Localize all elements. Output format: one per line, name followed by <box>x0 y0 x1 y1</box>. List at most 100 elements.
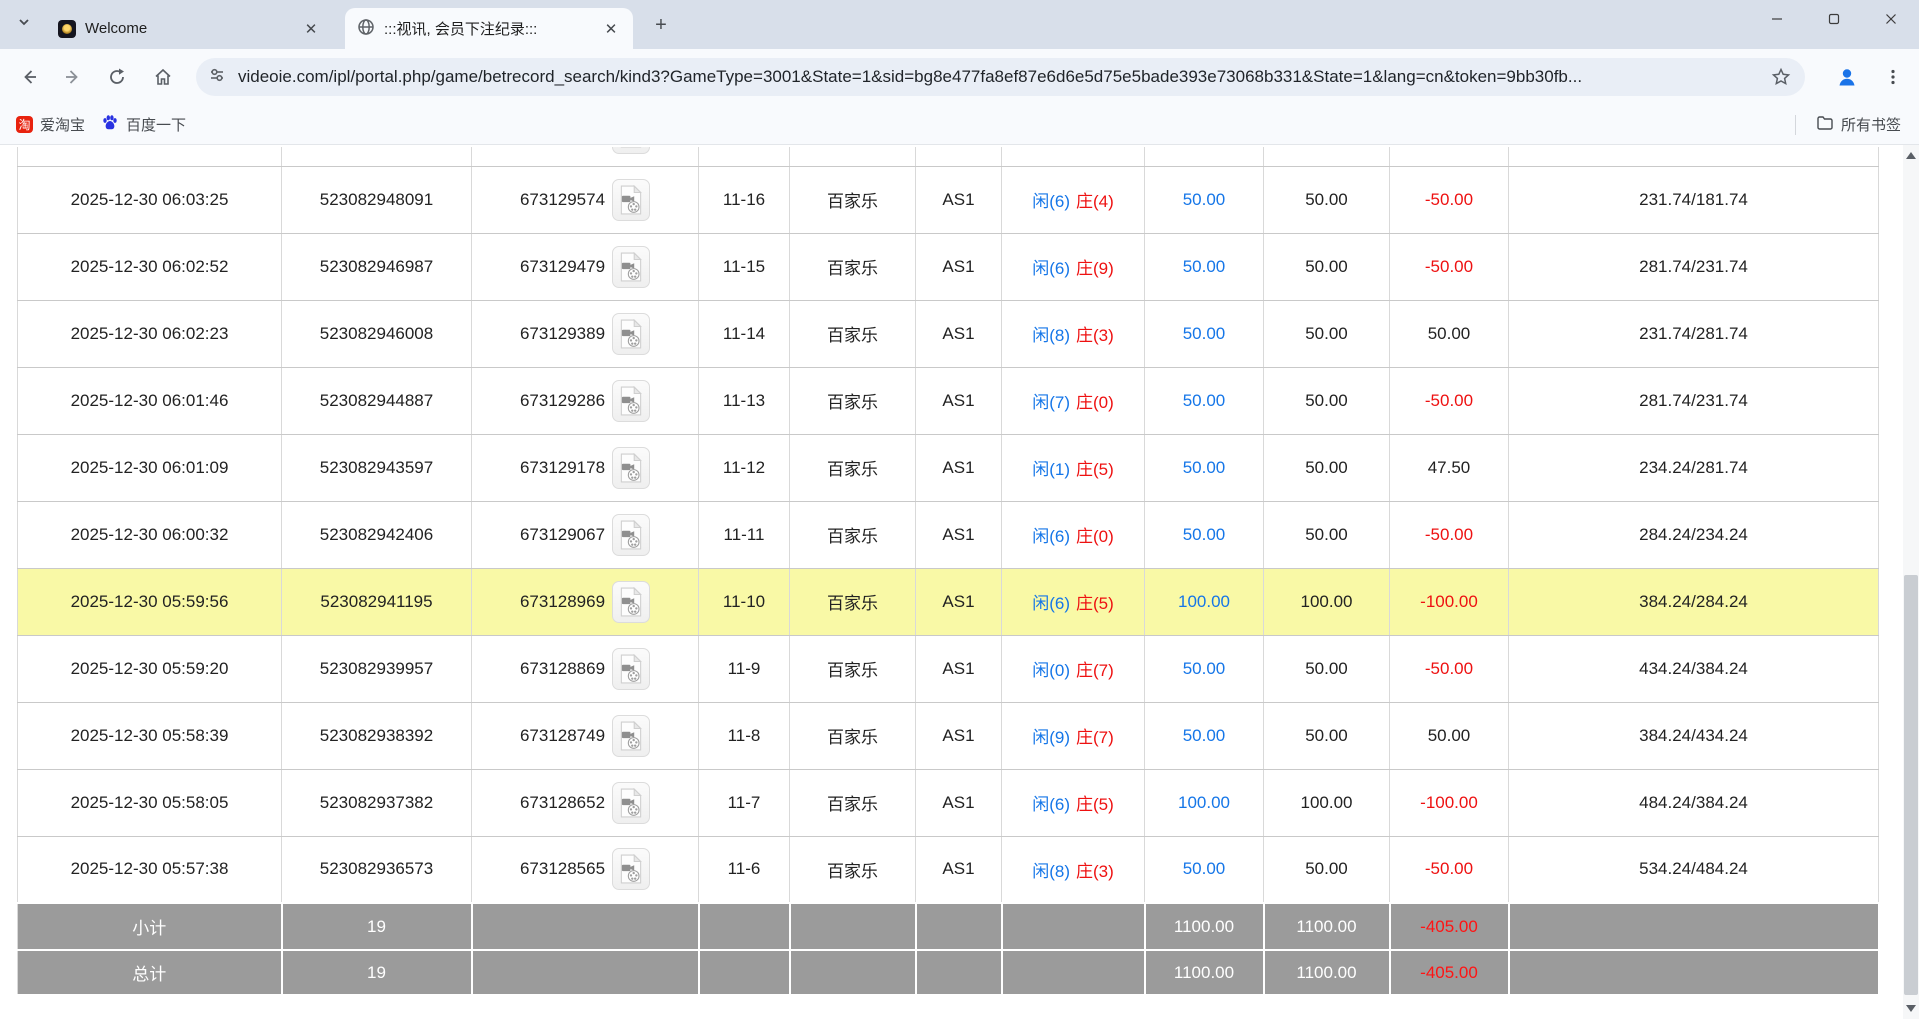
game-number: 673129067 <box>520 525 605 545</box>
tab-close-icon[interactable]: ✕ <box>601 19 621 39</box>
cell-balance: 231.74/281.74 <box>1509 300 1879 367</box>
video-replay-button[interactable] <box>612 246 650 288</box>
cell-bet-time: 2025-12-30 06:03:25 <box>18 166 282 233</box>
game-number: 673128652 <box>520 793 605 813</box>
bookmarks-divider <box>1795 115 1796 135</box>
cell-valid-amount: 100.00 <box>1264 568 1390 635</box>
video-replay-button[interactable] <box>612 848 650 890</box>
back-button[interactable] <box>12 60 46 94</box>
cell-bet-amount[interactable]: 50.00 <box>1145 434 1264 501</box>
video-replay-button[interactable] <box>612 514 650 556</box>
cell-round: 11-10 <box>699 568 790 635</box>
partial-table-row: 000000000 <box>18 147 1879 166</box>
cell-bet-time: 2025-12-30 06:01:09 <box>18 434 282 501</box>
bookmark-label: 爱淘宝 <box>40 114 85 135</box>
site-controls-icon[interactable] <box>208 66 226 89</box>
tab-bet-records[interactable]: :::视讯, 会员下注纪录::: ✕ <box>345 8 633 49</box>
page-scrollbar[interactable] <box>1903 145 1919 1019</box>
profile-avatar[interactable] <box>1830 60 1864 94</box>
tab-search-button[interactable] <box>10 10 38 38</box>
cell-game-number: 673129574 <box>472 166 699 233</box>
game-number: 673129574 <box>520 190 605 210</box>
video-replay-button[interactable] <box>612 313 650 355</box>
video-replay-button[interactable] <box>612 581 650 623</box>
game-number: 673129286 <box>520 391 605 411</box>
video-replay-button[interactable] <box>612 782 650 824</box>
cell-round: 11-11 <box>699 501 790 568</box>
chevron-down-icon <box>17 15 31 34</box>
address-bar[interactable]: videoie.com/ipl/portal.php/game/betrecor… <box>196 58 1805 96</box>
bookmark-baidu[interactable]: 百度一下 <box>93 111 194 139</box>
result-player: 闲(1) <box>1032 460 1070 479</box>
cell-result: 闲(9)庄(7) <box>1002 702 1145 769</box>
maximize-button[interactable] <box>1805 0 1862 38</box>
scrollbar-thumb[interactable] <box>1904 575 1918 995</box>
cell-game-type: 百家乐 <box>790 300 916 367</box>
cell-bet-amount[interactable]: 50.00 <box>1145 501 1264 568</box>
cell-bet-id: 523082944887 <box>282 367 472 434</box>
scroll-down-arrow[interactable] <box>1903 1000 1919 1017</box>
cell-bet-amount[interactable]: 50.00 <box>1145 300 1264 367</box>
bookmark-aitaobao[interactable]: 淘 爱淘宝 <box>8 111 93 139</box>
game-number: 673129178 <box>520 458 605 478</box>
url-text[interactable]: videoie.com/ipl/portal.php/game/betrecor… <box>238 67 1769 87</box>
window-controls <box>1748 0 1919 38</box>
cell-bet-amount[interactable]: 100.00 <box>1145 568 1264 635</box>
cell-bet-amount[interactable]: 50.00 <box>1145 836 1264 903</box>
cell-game-number: 673129178 <box>472 434 699 501</box>
browser-menu-icon[interactable] <box>1876 60 1910 94</box>
cell-round: 11-6 <box>699 836 790 903</box>
cell-balance: 284.24/234.24 <box>1509 501 1879 568</box>
cell-valid-amount: 100.00 <box>1264 769 1390 836</box>
cell-bet-amount[interactable]: 50.00 <box>1145 702 1264 769</box>
cell-game-number: 673128565 <box>472 836 699 903</box>
video-replay-button[interactable] <box>612 147 650 154</box>
game-number: 673128969 <box>520 592 605 612</box>
video-replay-button[interactable] <box>612 447 650 489</box>
tab-welcome[interactable]: Welcome ✕ <box>46 8 333 49</box>
cell-bet-amount[interactable]: 100.00 <box>1145 769 1264 836</box>
cell-table: AS1 <box>916 501 1002 568</box>
table-row: 2025-12-30 05:58:05 523082937382 6731286… <box>18 769 1879 836</box>
cell-balance: 534.24/484.24 <box>1509 836 1879 903</box>
browser-window: Welcome ✕ :::视讯, 会员下注纪录::: ✕ + <box>0 0 1919 1019</box>
scroll-up-arrow[interactable] <box>1903 147 1919 164</box>
cell-win-loss: -50.00 <box>1390 233 1509 300</box>
minimize-button[interactable] <box>1748 0 1805 38</box>
bookmark-star-icon[interactable] <box>1769 65 1793 89</box>
bookmarks-bar: 淘 爱淘宝 百度一下 所有书签 <box>0 105 1919 145</box>
home-button[interactable] <box>146 60 180 94</box>
browser-toolbar: videoie.com/ipl/portal.php/game/betrecor… <box>0 49 1919 105</box>
total-label: 总计 <box>18 950 282 995</box>
baidu-paw-icon <box>101 114 119 136</box>
cell-bet-id: 523082942406 <box>282 501 472 568</box>
cell-win-loss: 50.00 <box>1390 300 1509 367</box>
game-number: 673128869 <box>520 659 605 679</box>
cell-result: 闲(6)庄(4) <box>1002 166 1145 233</box>
table-row: 2025-12-30 06:02:23 523082946008 6731293… <box>18 300 1879 367</box>
game-number: 673128565 <box>520 859 605 879</box>
cell-bet-amount[interactable]: 50.00 <box>1145 635 1264 702</box>
result-player: 闲(7) <box>1032 393 1070 412</box>
cell-bet-amount[interactable]: 50.00 <box>1145 233 1264 300</box>
tab-close-icon[interactable]: ✕ <box>301 19 321 39</box>
cell-result: 闲(8)庄(3) <box>1002 836 1145 903</box>
cell-bet-time: 2025-12-30 06:01:46 <box>18 367 282 434</box>
all-bookmarks-button[interactable]: 所有书签 <box>1808 111 1909 139</box>
cell-game-type: 百家乐 <box>790 434 916 501</box>
cell-bet-amount[interactable]: 50.00 <box>1145 367 1264 434</box>
video-replay-button[interactable] <box>612 380 650 422</box>
new-tab-button[interactable]: + <box>648 12 674 38</box>
game-number: 673129479 <box>520 257 605 277</box>
video-replay-button[interactable] <box>612 179 650 221</box>
cell-round: 11-14 <box>699 300 790 367</box>
cell-round: 11-13 <box>699 367 790 434</box>
cell-bet-time: 2025-12-30 05:59:56 <box>18 568 282 635</box>
close-window-button[interactable] <box>1862 0 1919 38</box>
video-replay-button[interactable] <box>612 648 650 690</box>
video-replay-button[interactable] <box>612 715 650 757</box>
forward-button[interactable] <box>56 60 90 94</box>
result-player: 闲(6) <box>1032 259 1070 278</box>
reload-button[interactable] <box>100 60 134 94</box>
cell-bet-amount[interactable]: 50.00 <box>1145 166 1264 233</box>
